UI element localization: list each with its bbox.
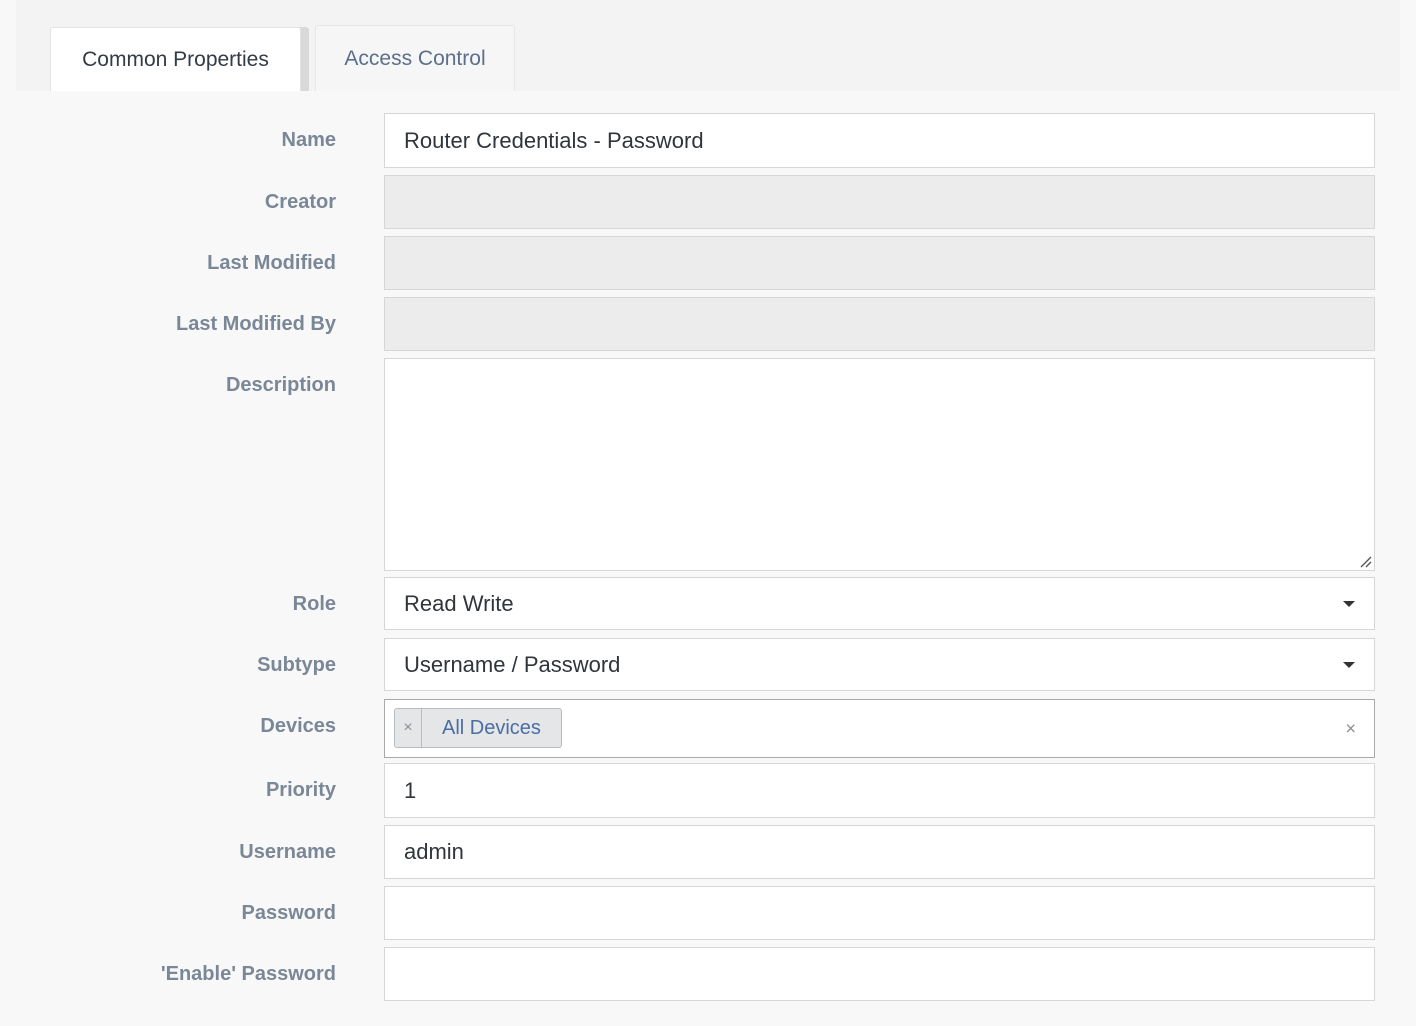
password-label: Password [241, 902, 336, 924]
chevron-down-icon [1343, 600, 1355, 607]
device-tag-label: All Devices [442, 716, 541, 739]
name-input[interactable]: Router Credentials - Password [384, 113, 1375, 168]
tab-access-control[interactable]: Access Control [315, 25, 515, 91]
last-modified-label: Last Modified [207, 252, 336, 274]
last-modified-by-input [384, 297, 1375, 351]
creator-label: Creator [264, 191, 336, 213]
subtype-select[interactable]: Username / Password [384, 638, 1375, 691]
priority-label: Priority [265, 779, 336, 801]
role-select[interactable]: Read Write [384, 577, 1375, 630]
username-label: Username [239, 841, 336, 863]
role-label: Role [292, 593, 336, 615]
tag-remove-icon[interactable]: × [395, 709, 422, 747]
last-modified-by-label: Last Modified By [175, 313, 336, 335]
description-label: Description [225, 374, 336, 396]
tab-common-properties[interactable]: Common Properties [50, 27, 301, 91]
creator-input [384, 175, 1375, 229]
password-input[interactable] [384, 886, 1375, 940]
subtype-label: Subtype [257, 654, 336, 676]
chevron-down-icon [1343, 661, 1355, 668]
username-input[interactable]: admin [384, 825, 1375, 879]
last-modified-input [384, 236, 1375, 290]
priority-input[interactable]: 1 [384, 763, 1375, 818]
subtype-value: Username / Password [404, 651, 621, 677]
priority-value: 1 [404, 777, 417, 803]
devices-multiselect[interactable]: × All Devices × [384, 699, 1375, 758]
name-label: Name [281, 129, 336, 151]
username-value: admin [404, 839, 464, 864]
device-tag: × All Devices [394, 708, 562, 748]
enable-password-input[interactable] [384, 947, 1375, 1001]
resize-grip-icon[interactable] [1358, 554, 1372, 568]
name-value: Router Credentials - Password [404, 127, 704, 153]
devices-label: Devices [260, 715, 336, 737]
tab-bar: Common Properties Access Control [16, 0, 1400, 91]
enable-password-label: 'Enable' Password [160, 963, 336, 985]
description-textarea[interactable] [384, 358, 1375, 571]
role-value: Read Write [404, 590, 514, 616]
clear-icon[interactable]: × [1345, 718, 1356, 739]
